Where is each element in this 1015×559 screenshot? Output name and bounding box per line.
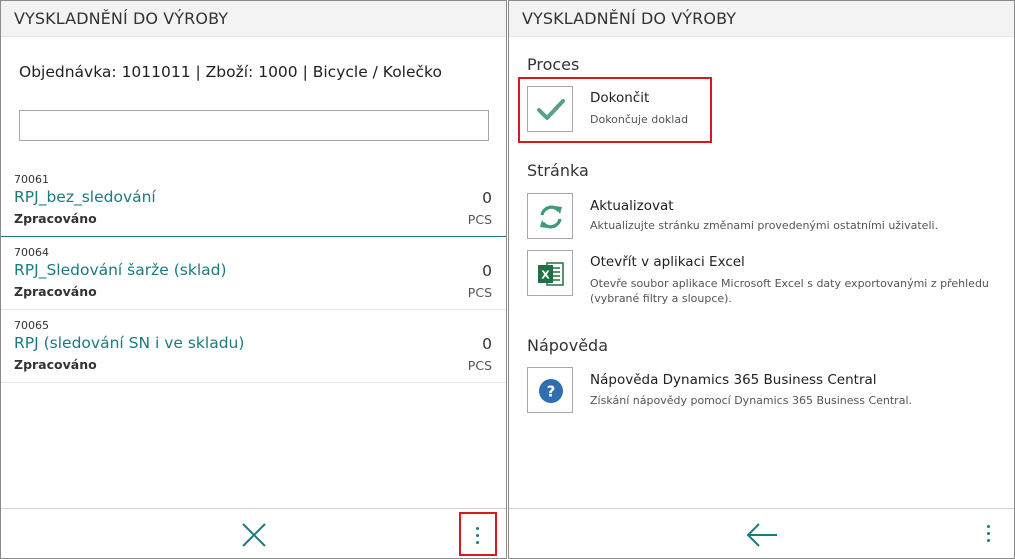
action-otevrit-excel[interactable]: X Otevřít v aplikaci Excel Otevře soubor… [527, 250, 997, 305]
action-dokoncit[interactable]: Dokončit Dokončuje doklad [527, 86, 997, 140]
list-item[interactable]: 70065 RPJ (sledování SN i ve skladu) Zpr… [1, 310, 506, 383]
item-unit: PCS [467, 358, 492, 373]
action-description: Získání nápovědy pomocí Dynamics 365 Bus… [590, 394, 912, 407]
svg-text:X: X [541, 269, 550, 282]
action-description: Aktualizujte stránku změnami provedenými… [590, 219, 939, 232]
item-quantity: 0 [482, 262, 492, 280]
section-title-napoveda: Nápověda [527, 336, 608, 355]
left-pane: VYSKLADNĚNÍ DO VÝROBY Objednávka: 101101… [0, 0, 507, 559]
right-pane: VYSKLADNĚNÍ DO VÝROBY Proces Dokončit Do… [508, 0, 1015, 559]
back-arrow-icon [746, 523, 777, 547]
action-tile [527, 193, 573, 239]
more-vertical-icon [476, 527, 480, 548]
action-label: Otevřít v aplikaci Excel [590, 254, 745, 270]
refresh-icon [540, 205, 562, 229]
close-button[interactable] [239, 520, 269, 550]
action-tile: X [527, 250, 573, 296]
item-status: Zpracováno [14, 211, 97, 226]
action-description: Otevře soubor aplikace Microsoft Excel s… [590, 277, 989, 305]
excel-icon: X [538, 262, 564, 286]
item-code: 70064 [14, 246, 49, 259]
more-options-button[interactable] [459, 512, 497, 556]
list-item[interactable]: 70061 RPJ_bez_sledování Zpracováno 0 PCS [1, 164, 506, 237]
checkmark-icon [537, 99, 565, 120]
page-title: VYSKLADNĚNÍ DO VÝROBY [509, 1, 1014, 37]
item-name[interactable]: RPJ (sledování SN i ve skladu) [14, 334, 244, 352]
item-name[interactable]: RPJ_Sledování šarže (sklad) [14, 261, 227, 279]
item-quantity: 0 [482, 335, 492, 353]
item-unit: PCS [467, 212, 492, 227]
list-item[interactable]: 70064 RPJ_Sledování šarže (sklad) Zpraco… [1, 237, 506, 310]
item-quantity: 0 [482, 189, 492, 207]
right-footer [509, 508, 1014, 558]
left-footer [1, 508, 506, 558]
order-info: Objednávka: 1011011 | Zboží: 1000 | Bicy… [19, 63, 442, 81]
item-status: Zpracováno [14, 357, 97, 372]
svg-text:?: ? [547, 383, 556, 401]
item-unit: PCS [467, 285, 492, 300]
item-code: 70061 [14, 173, 49, 186]
page-title: VYSKLADNĚNÍ DO VÝROBY [1, 1, 506, 37]
item-code: 70065 [14, 319, 49, 332]
close-icon [242, 523, 266, 547]
back-button[interactable] [745, 521, 779, 549]
section-title-stranka: Stránka [527, 161, 589, 180]
action-aktualizovat[interactable]: Aktualizovat Aktualizujte stránku změnam… [527, 193, 997, 247]
more-vertical-icon [987, 525, 991, 546]
section-title-proces: Proces [527, 55, 580, 74]
more-options-button[interactable] [983, 512, 995, 556]
action-tile [527, 86, 573, 132]
action-tile: ? [527, 367, 573, 413]
action-label: Dokončit [590, 90, 650, 106]
item-status: Zpracováno [14, 284, 97, 299]
item-name[interactable]: RPJ_bez_sledování [14, 188, 156, 206]
line-list: 70061 RPJ_bez_sledování Zpracováno 0 PCS… [1, 164, 506, 383]
action-label: Aktualizovat [590, 198, 674, 214]
help-icon: ? [539, 379, 563, 403]
action-description: Dokončuje doklad [590, 113, 689, 126]
action-napoveda[interactable]: ? Nápověda Dynamics 365 Business Central… [527, 367, 997, 421]
search-input[interactable] [19, 110, 489, 141]
action-label: Nápověda Dynamics 365 Business Central [590, 372, 877, 388]
